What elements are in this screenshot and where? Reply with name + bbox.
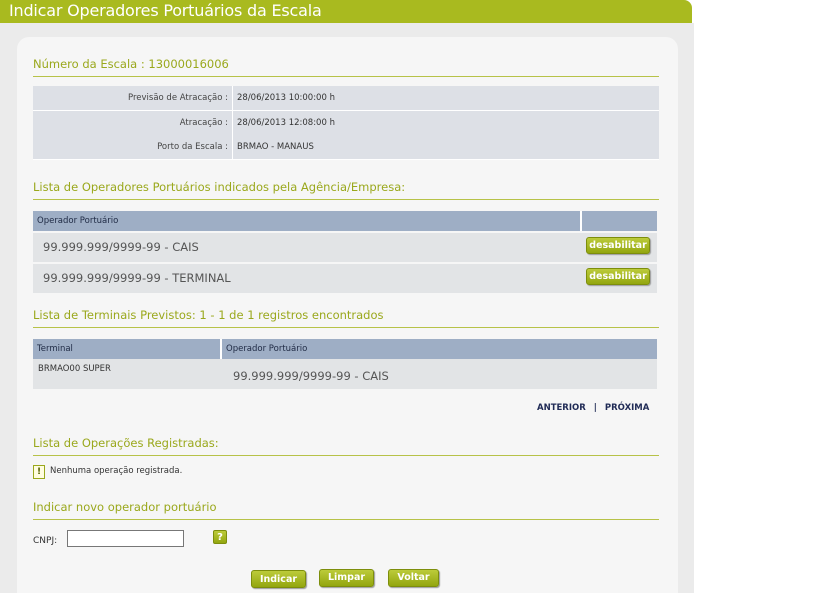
main-window: Indicar Operadores Portuários da Escala … [0,0,694,593]
operadores-heading: Lista de Operadores Portuários indicados… [33,180,659,200]
info-value: BRMAO - MANAUS [232,135,314,159]
terminal-cell: BRMAO00 SUPER [33,359,222,389]
cnpj-label: CNPJ: [33,536,58,546]
title-bar: Indicar Operadores Portuários da Escala [0,0,692,23]
operacoes-heading: Lista de Operações Registradas: [33,436,659,456]
page-title: Indicar Operadores Portuários da Escala [9,1,322,20]
info-value: 28/06/2013 10:00:00 h [232,86,335,110]
info-label: Porto da Escala : [157,142,228,152]
info-label: Atracação : [179,118,228,128]
terminal-operador-cell: 99.999.999/9999-99 - CAIS [222,359,657,389]
column-header-operador: Operador Portuário [222,339,657,359]
column-header-actions [582,211,657,231]
help-icon[interactable]: ? [213,530,227,544]
info-row-atracacao: Atracação : 28/06/2013 12:08:00 h [33,111,659,136]
next-page-link[interactable]: PRÓXIMA [605,403,649,413]
info-row-previsao: Previsão de Atracação : 28/06/2013 10:00… [33,86,659,111]
cnpj-input[interactable] [67,530,184,547]
indicar-button[interactable]: Indicar [251,570,306,588]
info-label: Previsão de Atracação : [127,93,228,103]
desabilitar-button[interactable]: desabilitar [586,268,650,285]
previous-page-link[interactable]: ANTERIOR [537,403,586,413]
operador-cell: 99.999.999/9999-99 - CAIS [33,233,582,262]
terminais-heading: Lista de Terminais Previstos: 1 - 1 de 1… [33,308,659,328]
empty-message: Nenhuma operação registrada. [50,466,183,476]
info-row-porto: Porto da Escala : BRMAO - MANAUS [33,135,659,160]
column-header-operador: Operador Portuário [33,211,582,231]
info-value: 28/06/2013 12:08:00 h [232,111,335,135]
limpar-button[interactable]: Limpar [319,569,374,587]
pager-separator: | [593,403,597,413]
warning-icon: ! [33,465,45,479]
novo-operador-heading: Indicar novo operador portuário [33,500,659,520]
operador-cell: 99.999.999/9999-99 - TERMINAL [33,264,582,293]
escala-heading: Número da Escala : 13000016006 [33,57,659,77]
pagination: ANTERIOR | PRÓXIMA [537,403,649,413]
column-header-terminal: Terminal [33,339,222,359]
voltar-button[interactable]: Voltar [388,569,439,587]
desabilitar-button[interactable]: desabilitar [586,237,650,254]
